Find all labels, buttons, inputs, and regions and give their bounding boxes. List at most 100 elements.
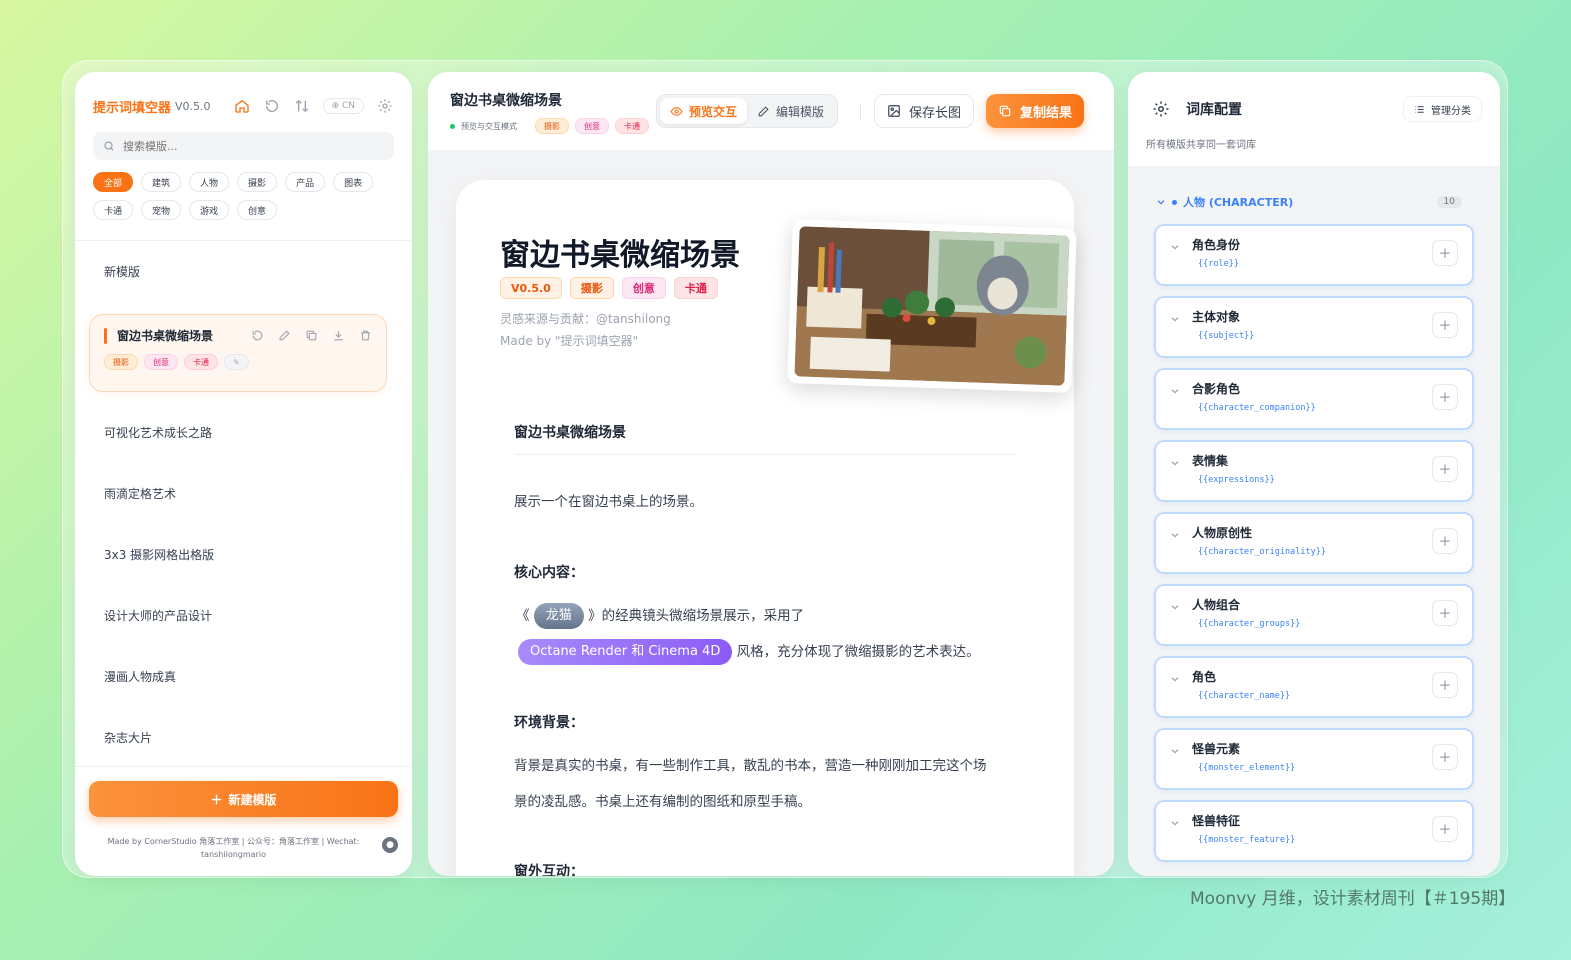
section-heading: 窗边书桌微缩场景 [514, 425, 626, 441]
add-term-button[interactable]: + [1432, 600, 1458, 626]
sidebar-footer: ＋ 新建模版 Made by CornerStudio 角落工作室 | 公众号：… [75, 766, 412, 876]
image-icon [888, 105, 900, 117]
intro-text: 展示一个在窗边书桌上的场景。 [514, 494, 703, 510]
download-icon[interactable] [332, 329, 345, 342]
section-heading: 窗外互动： [514, 864, 584, 876]
variable-name: 角色身份 [1192, 238, 1241, 252]
duplicate-icon[interactable] [305, 329, 318, 342]
variable-card[interactable]: 合影角色 {{character_companion}} + [1154, 368, 1474, 430]
filter-chip[interactable]: 人物 [189, 172, 230, 192]
variable-name: 怪兽特征 [1192, 814, 1241, 828]
mode-label: 预览与交互模式 [461, 121, 517, 131]
template-item[interactable]: 雨滴定格艺术 [89, 463, 387, 524]
category-header[interactable]: 人物 (CHARACTER) 10 [1156, 194, 1462, 210]
variable-card[interactable]: 怪兽元素 {{monster_element}} + [1154, 728, 1474, 790]
variable-name: 合影角色 [1192, 382, 1241, 396]
add-term-button[interactable]: + [1432, 672, 1458, 698]
variable-card[interactable]: 表情集 {{expressions}} + [1154, 440, 1474, 502]
chevron-down-icon [1171, 677, 1179, 682]
tag-creative: 创意 [144, 354, 178, 370]
section-heading: 核心内容： [514, 565, 584, 581]
template-item[interactable]: 可视化艺术成长之路 [89, 402, 387, 463]
new-template-button[interactable]: ＋ 新建模版 [89, 781, 398, 817]
filter-chip[interactable]: 产品 [285, 172, 326, 192]
filter-chip[interactable]: 卡通 [93, 200, 134, 220]
template-cover-image[interactable] [787, 219, 1077, 393]
manage-categories-label: 管理分类 [1431, 105, 1471, 117]
filter-chip[interactable]: 建筑 [141, 172, 182, 192]
watermark: Moonvy 月维，设计素材周刊【＃195期】 [1190, 889, 1516, 909]
add-term-button[interactable]: + [1432, 456, 1458, 482]
vocabulary-header: 词库配置 管理分类 所有模版共享同一套词库 [1128, 72, 1500, 166]
active-indicator [104, 327, 107, 344]
trash-icon[interactable] [359, 329, 372, 342]
search-icon [104, 141, 114, 151]
variable-pill[interactable]: Octane Render 和 Cinema 4D [518, 639, 733, 665]
gear-icon [1150, 98, 1172, 120]
preview-panel: 窗边书桌微缩场景 预览与交互模式 摄影 创意 卡通 预览交互 编辑模版 保存长图 [428, 72, 1114, 876]
variable-card[interactable]: 角色身份 {{role}} + [1154, 224, 1474, 286]
variable-card[interactable]: 角色 {{character_name}} + [1154, 656, 1474, 718]
filter-chip[interactable]: 宠物 [141, 200, 182, 220]
variable-pill[interactable]: 龙猫 [533, 603, 584, 629]
template-item-active[interactable]: 窗边书桌微缩场景 摄影 创意 卡通 ✎ [89, 314, 387, 392]
edit-mode-button[interactable]: 编辑模版 [747, 98, 834, 124]
template-item[interactable]: 新模版 [89, 241, 387, 302]
template-search[interactable] [93, 132, 394, 160]
reset-icon[interactable] [251, 329, 264, 342]
filter-chip[interactable]: 摄影 [237, 172, 278, 192]
add-term-button[interactable]: + [1432, 384, 1458, 410]
language-switch[interactable]: ⊕ CN [322, 98, 364, 114]
variable-name: 主体对象 [1192, 310, 1241, 324]
template-item[interactable]: 3x3 摄影网格出格版 [89, 524, 387, 585]
sort-icon[interactable] [293, 97, 311, 115]
filter-chip[interactable]: 游戏 [189, 200, 230, 220]
copy-icon [999, 105, 1011, 117]
filter-chip[interactable]: 创意 [237, 200, 278, 220]
manage-categories-button[interactable]: 管理分类 [1403, 96, 1482, 122]
refresh-icon[interactable] [263, 97, 281, 115]
save-image-label: 保存长图 [909, 105, 962, 121]
template-item[interactable]: 漫画人物成真 [89, 646, 387, 707]
variable-key: {{character_originality}} [1198, 547, 1326, 557]
add-term-button[interactable]: + [1432, 240, 1458, 266]
template-item[interactable]: 设计大师的产品设计 [89, 585, 387, 646]
cover-illustration [794, 226, 1070, 386]
add-term-button[interactable]: + [1432, 816, 1458, 842]
copy-result-button[interactable]: 复制结果 [986, 94, 1085, 128]
edit-tags-button[interactable]: ✎ [224, 354, 249, 370]
filter-chip[interactable]: 全部 [93, 172, 134, 192]
variable-card[interactable]: 主体对象 {{subject}} + [1154, 296, 1474, 358]
category-dot [1172, 199, 1177, 205]
variable-card[interactable]: 怪兽特征 {{monster_feature}} + [1154, 800, 1474, 862]
preview-header: 窗边书桌微缩场景 预览与交互模式 摄影 创意 卡通 预览交互 编辑模版 保存长图 [428, 72, 1114, 150]
github-icon[interactable]: ● [382, 837, 398, 853]
copy-result-label: 复制结果 [1020, 105, 1073, 121]
chevron-down-icon [1171, 605, 1179, 610]
variable-name: 人物组合 [1192, 598, 1241, 612]
edit-icon[interactable] [278, 329, 291, 342]
vocabulary-subtitle: 所有模版共享同一套词库 [1146, 140, 1256, 151]
search-input[interactable] [123, 139, 323, 153]
variable-card[interactable]: 人物原创性 {{character_originality}} + [1154, 512, 1474, 574]
tag-cartoon: 卡通 [615, 118, 649, 134]
variable-card[interactable]: 人物组合 {{character_groups}} + [1154, 584, 1474, 646]
credit-text: Made by CornerStudio 角落工作室 | 公众号：角落工作室 |… [89, 835, 398, 861]
template-document: 窗边书桌微缩场景 V0.5.0 摄影 创意 卡通 灵感来源与贡献：@tanshi… [456, 180, 1077, 876]
add-term-button[interactable]: + [1432, 528, 1458, 554]
template-item[interactable]: 杂志大片 [89, 707, 387, 768]
home-icon[interactable] [233, 97, 251, 115]
add-term-button[interactable]: + [1432, 312, 1458, 338]
preview-mode-button[interactable]: 预览交互 [660, 98, 748, 124]
doc-tag-creative: 创意 [621, 277, 666, 299]
add-term-button[interactable]: + [1432, 744, 1458, 770]
category-filters: 全部 建筑 人物 摄影 产品 图表卡通 宠物 游戏 创意 [93, 172, 383, 220]
settings-icon[interactable] [376, 97, 394, 115]
core-text: 《 [516, 608, 530, 624]
chevron-down-icon [1157, 200, 1165, 205]
variable-name: 角色 [1192, 670, 1217, 684]
new-template-label: 新建模版 [228, 792, 277, 807]
save-image-button[interactable]: 保存长图 [874, 94, 975, 128]
filter-chip[interactable]: 图表 [333, 172, 374, 192]
app-brand: 提示词填空器 [93, 100, 172, 116]
